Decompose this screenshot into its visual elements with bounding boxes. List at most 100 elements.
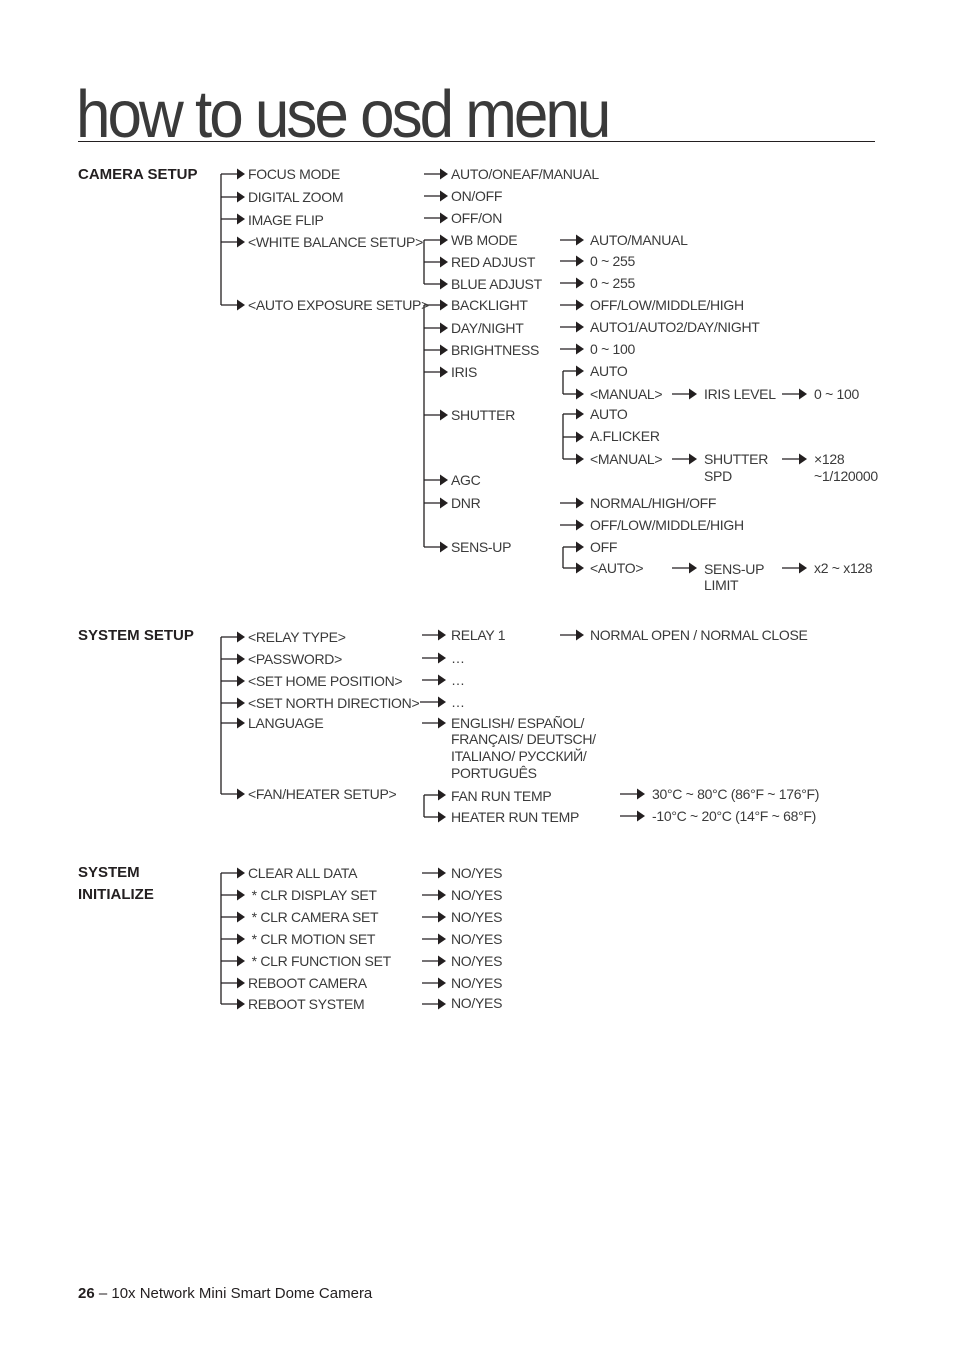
arrow-head-icon: [576, 321, 584, 333]
iris-auto: AUTO: [590, 363, 628, 379]
menu-wb-mode: WB MODE: [451, 232, 518, 248]
section-system-initialize-line2: INITIALIZE: [78, 886, 154, 903]
init-item-label: REBOOT SYSTEM: [248, 996, 365, 1012]
arrow-head-icon: [237, 867, 245, 879]
menu-day-night: DAY/NIGHT: [451, 320, 524, 336]
menu-focus-mode: FOCUS MODE: [248, 166, 340, 182]
menu-relay-type: <RELAY TYPE>: [248, 629, 346, 645]
menu-sens-up: SENS-UP: [451, 539, 512, 555]
menu-set-north-direction: <SET NORTH DIRECTION>: [248, 695, 420, 711]
arrow-head-icon: [799, 388, 807, 400]
arrow-head-icon: [576, 299, 584, 311]
arrow-head-icon: [440, 322, 448, 334]
arrow-head-icon: [237, 631, 245, 643]
section-system-initialize-line1: SYSTEM: [78, 864, 140, 881]
arrow-head-icon: [237, 998, 245, 1010]
arrow-head-icon: [237, 653, 245, 665]
arrow-head-icon: [576, 519, 584, 531]
value-wb-mode: AUTO/MANUAL: [590, 232, 688, 248]
document-title: 10x Network Mini Smart Dome Camera: [111, 1285, 373, 1302]
arrow-head-icon: [440, 497, 448, 509]
menu-set-home-position: <SET HOME POSITION>: [248, 673, 403, 689]
shutter-spd-value-line2: ~1/120000: [814, 468, 878, 484]
arrow-head-icon: [576, 453, 584, 465]
arrow-head-icon: [438, 674, 446, 686]
language-value-line1: ENGLISH/ ESPAÑOL/: [451, 715, 585, 731]
arrow-head-icon: [637, 810, 645, 822]
init-item-label: * CLR CAMERA SET: [248, 909, 379, 925]
init-item-value: NO/YES: [451, 909, 503, 925]
iris-level: IRIS LEVEL: [704, 386, 776, 402]
arrow-head-icon: [237, 933, 245, 945]
init-item-label: * CLR DISPLAY SET: [248, 887, 377, 903]
menu-heater-run-temp: HEATER RUN TEMP: [451, 809, 579, 825]
value-backlight: OFF/LOW/MIDDLE/HIGH: [590, 297, 744, 313]
init-item-value: NO/YES: [451, 995, 503, 1011]
heater-run-temp-value: -10°C ~ 20°C (14°F ~ 68°F): [652, 808, 816, 824]
relay-value: NORMAL OPEN / NORMAL CLOSE: [590, 627, 808, 643]
menu-agc: AGC: [451, 472, 481, 488]
arrow-head-icon: [440, 168, 448, 180]
arrow-head-icon: [440, 234, 448, 246]
menu-dnr: DNR: [451, 495, 481, 511]
arrow-head-icon: [440, 344, 448, 356]
menu-white-balance-setup: <WHITE BALANCE SETUP>: [248, 234, 423, 250]
menu-red-adjust: RED ADJUST: [451, 254, 536, 270]
value-red-adjust: 0 ~ 255: [590, 253, 635, 269]
home-position-value: …: [451, 672, 465, 688]
section-system-setup: SYSTEM SETUP: [78, 627, 194, 644]
arrow-head-icon: [576, 277, 584, 289]
shutter-auto: AUTO: [590, 406, 628, 422]
arrow-head-icon: [237, 697, 245, 709]
arrow-head-icon: [438, 998, 446, 1010]
arrow-head-icon: [237, 955, 245, 967]
arrow-head-icon: [438, 889, 446, 901]
menu-digital-zoom: DIGITAL ZOOM: [248, 189, 344, 205]
value-brightness: 0 ~ 100: [590, 341, 635, 357]
language-value-line4: PORTUGUÊS: [451, 765, 537, 781]
arrow-head-icon: [576, 431, 584, 443]
arrow-head-icon: [576, 629, 584, 641]
arrow-head-icon: [440, 256, 448, 268]
menu-shutter: SHUTTER: [451, 407, 516, 423]
sens-up-limit-line2: LIMIT: [704, 577, 739, 593]
menu-fan-run-temp: FAN RUN TEMP: [451, 788, 552, 804]
arrow-head-icon: [438, 811, 446, 823]
init-item-value: NO/YES: [451, 865, 503, 881]
arrow-head-icon: [576, 343, 584, 355]
iris-manual: <MANUAL>: [590, 386, 663, 402]
init-item-value: NO/YES: [451, 975, 503, 991]
arrow-head-icon: [576, 255, 584, 267]
arrow-head-icon: [689, 453, 697, 465]
value-blue-adjust: 0 ~ 255: [590, 275, 635, 291]
iris-level-value: 0 ~ 100: [814, 386, 859, 402]
dnr-value-2: OFF/LOW/MIDDLE/HIGH: [590, 517, 744, 533]
arrow-head-icon: [438, 652, 446, 664]
relay-1: RELAY 1: [451, 627, 506, 643]
arrow-head-icon: [576, 234, 584, 246]
language-value-line2: FRANÇAIS/ DEUTSCH/: [451, 731, 596, 747]
sens-up-off: OFF: [590, 539, 618, 555]
menu-blue-adjust: BLUE ADJUST: [451, 276, 542, 292]
value-focus-mode: AUTO/ONEAF/MANUAL: [451, 166, 599, 182]
arrow-head-icon: [576, 562, 584, 574]
arrow-head-icon: [689, 388, 697, 400]
north-direction-value: …: [451, 694, 465, 710]
sens-up-auto: <AUTO>: [590, 560, 644, 576]
arrow-head-icon: [237, 191, 245, 203]
fan-run-temp-value: 30°C ~ 80°C (86°F ~ 176°F): [652, 786, 820, 802]
arrow-head-icon: [237, 911, 245, 923]
arrow-head-icon: [438, 789, 446, 801]
arrow-head-icon: [438, 696, 446, 708]
value-day-night: AUTO1/AUTO2/DAY/NIGHT: [590, 319, 760, 335]
init-item-label: * CLR FUNCTION SET: [248, 953, 392, 969]
arrow-head-icon: [237, 236, 245, 248]
arrow-head-icon: [237, 788, 245, 800]
shutter-spd-value-line1: ×128: [814, 451, 845, 467]
arrow-head-icon: [438, 629, 446, 641]
arrow-head-icon: [576, 541, 584, 553]
shutter-manual: <MANUAL>: [590, 451, 663, 467]
arrow-head-icon: [799, 453, 807, 465]
menu-fan-heater-setup: <FAN/HEATER SETUP>: [248, 786, 397, 802]
init-item-label: REBOOT CAMERA: [248, 975, 367, 991]
